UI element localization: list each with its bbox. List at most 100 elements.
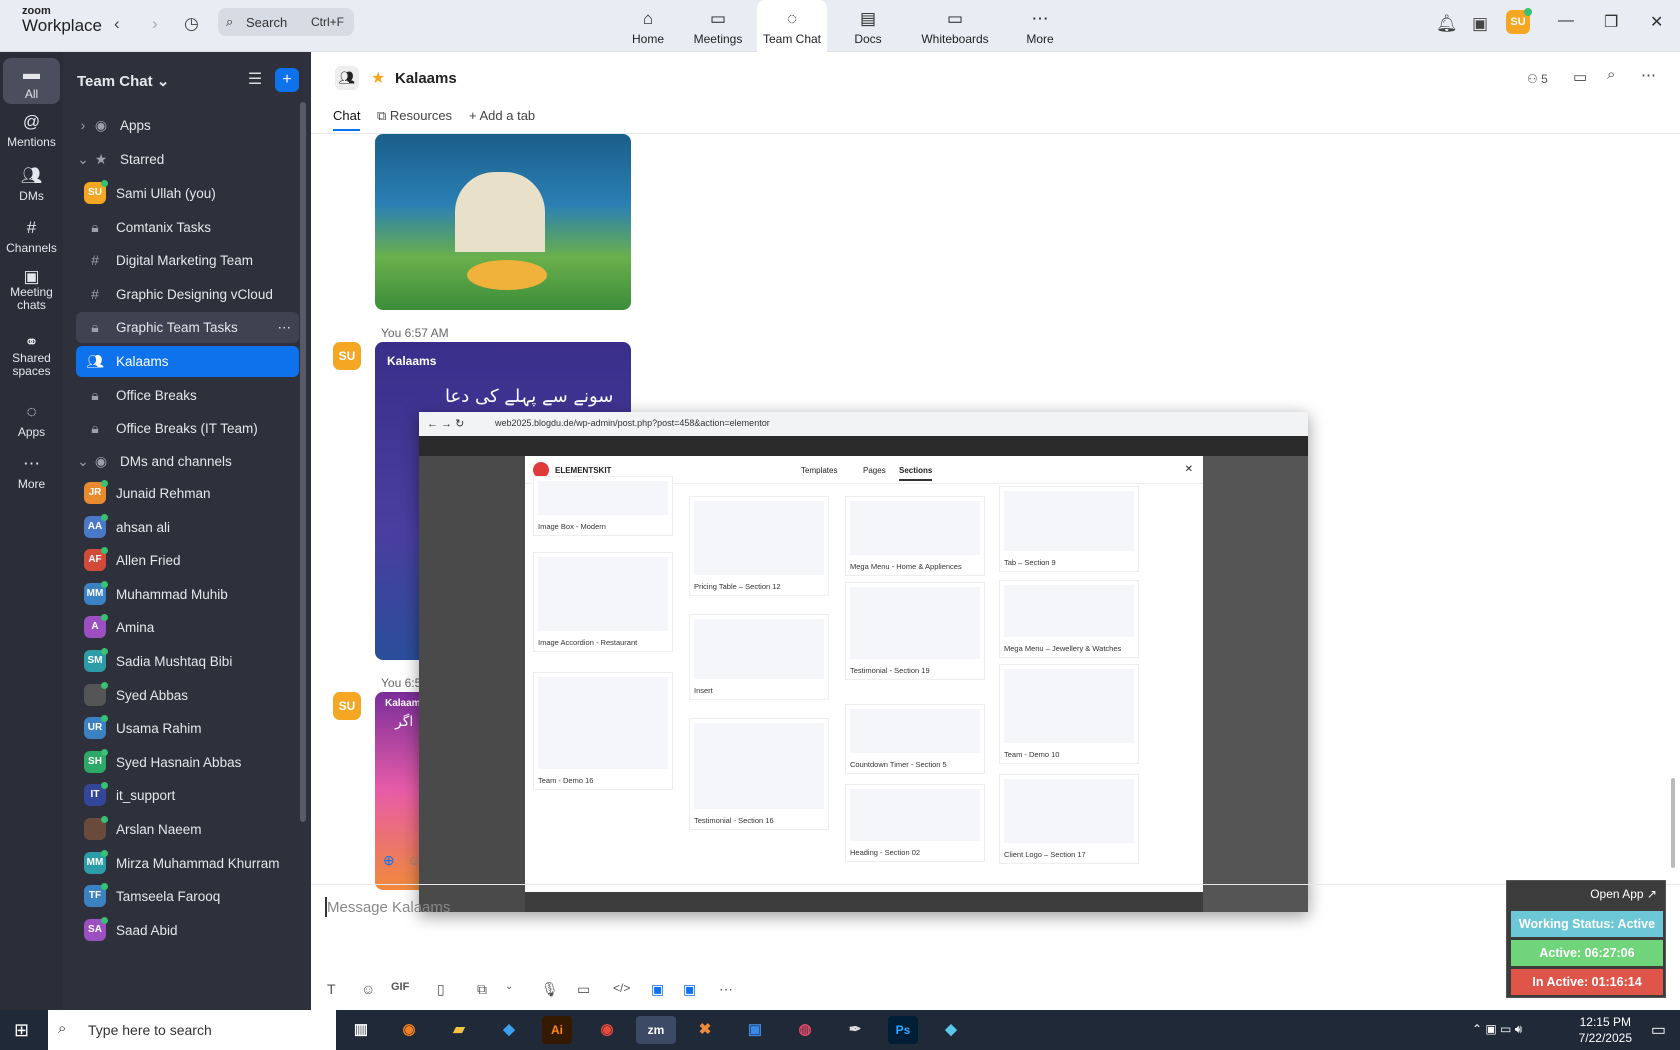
sidebar-item-starred[interactable]: SU Sami Ullah (you)	[76, 178, 299, 209]
reply-icon[interactable]: ⊕	[383, 852, 395, 869]
shared-screenshot[interactable]: ← → ↻ web2025.blogdu.de/wp-admin/post.ph…	[419, 412, 1308, 912]
gif-button[interactable]: GIF	[391, 981, 409, 993]
emoji-icon[interactable]: ☺	[361, 981, 375, 997]
message-image-mosque[interactable]	[375, 134, 631, 310]
sidebar-item-dm[interactable]: TF Tamseela Farooq	[76, 881, 299, 912]
chrome-icon[interactable]: ◉	[592, 1016, 622, 1044]
sidebar-item-dm[interactable]: MM Mirza Muhammad Khurram	[76, 848, 299, 879]
notification-icon[interactable]: ▭	[1651, 1020, 1666, 1040]
calendar-icon[interactable]: ▣	[1472, 14, 1488, 34]
photoshop-icon[interactable]: Ps	[888, 1016, 918, 1044]
tray-icons[interactable]: ⌃ ▣ ▭ 🔊︎	[1472, 1022, 1522, 1037]
search-icon[interactable]: ⌕	[1607, 66, 1615, 83]
firefox-icon[interactable]: ◉	[394, 1016, 424, 1044]
back-arrow-icon[interactable]: ‹	[114, 14, 120, 34]
sidebar-item-dm[interactable]: A Amina	[76, 612, 299, 643]
app-diamond-icon[interactable]: ◆	[936, 1016, 966, 1044]
taskbar-clock[interactable]: 12:15 PM 7/22/2025	[1579, 1014, 1632, 1046]
xampp-icon[interactable]: ✖	[690, 1016, 720, 1044]
code-icon[interactable]: </>	[613, 981, 630, 995]
sidebar-item-starred[interactable]: 🔒︎ Office Breaks (IT Team)	[76, 413, 299, 444]
message-avatar[interactable]: SU	[333, 692, 361, 720]
history-icon[interactable]: ◷	[184, 14, 199, 34]
close-icon[interactable]: ✕	[1650, 12, 1663, 32]
sidebar-item-dm[interactable]: MM Muhammad Muhib	[76, 579, 299, 610]
star-icon[interactable]: ★	[371, 68, 385, 88]
add-tab-button[interactable]: + Add a tab	[469, 108, 535, 123]
screenshot-icon[interactable]: ⧉	[477, 981, 487, 998]
outlook-icon[interactable]: ▣	[740, 1016, 770, 1044]
sidebar-item-dm[interactable]: SM Sadia Mushtaq Bibi	[76, 646, 299, 677]
sidebar-item-starred[interactable]: 🔒︎ Comtanix Tasks	[76, 212, 299, 243]
sidebar-item-starred[interactable]: 🔒︎ Office Breaks	[76, 380, 299, 411]
file-icon[interactable]: ▯	[437, 981, 445, 998]
filter-icon[interactable]: ☰	[243, 68, 267, 92]
forward-arrow-icon[interactable]: ›	[152, 14, 158, 34]
rail-meeting-chats[interactable]: ▣ Meeting chats	[3, 268, 60, 326]
bell-icon[interactable]: 🔔︎	[1436, 14, 1458, 34]
video-call-icon[interactable]: ▭	[1573, 68, 1587, 86]
sidebar-apps[interactable]: › ◉ Apps	[76, 110, 299, 141]
task-view-icon[interactable]: ▥	[346, 1016, 376, 1044]
sidebar-item-dm[interactable]: AF Allen Fried	[76, 545, 299, 576]
message-input[interactable]: Message Kalaams	[327, 899, 450, 916]
tab-meetings[interactable]: ▭ Meetings	[690, 0, 746, 52]
search-box[interactable]: ⌕ Search Ctrl+F	[218, 8, 354, 36]
sidebar-starred-section[interactable]: ⌄ ★ Starred	[76, 144, 299, 175]
sidebar-item-dm[interactable]: Syed Abbas	[76, 680, 299, 711]
rail-apps[interactable]: ◌ Apps	[3, 402, 60, 448]
sidebar-item-starred[interactable]: 👥︎ Kalaams	[76, 346, 299, 377]
app-icon-2[interactable]: ▣	[683, 981, 696, 998]
tab-resources[interactable]: ⧉ Resources	[377, 108, 452, 124]
rail-all[interactable]: ▬ All	[3, 58, 60, 104]
sidebar-dms-section[interactable]: ⌄ ◉ DMs and channels	[76, 446, 299, 477]
sidebar-item-starred[interactable]: 🔒︎ Graphic Team Tasks ⋯	[76, 312, 299, 344]
tab-team-chat[interactable]: ◌ Team Chat	[757, 0, 827, 52]
sidebar-item-starred[interactable]: # Graphic Designing vCloud	[76, 279, 299, 310]
more-icon[interactable]: ⋯	[719, 981, 733, 998]
text-format-icon[interactable]: T	[327, 981, 336, 997]
message-avatar[interactable]: SU	[333, 342, 361, 370]
sidebar-item-dm[interactable]: AA ahsan ali	[76, 512, 299, 543]
tab-chat[interactable]: Chat	[333, 108, 361, 131]
rail-channels[interactable]: # Channels	[3, 218, 60, 264]
rail-mentions[interactable]: @ Mentions	[3, 112, 60, 158]
members-count[interactable]: ⚇ 5	[1527, 72, 1548, 86]
tab-more[interactable]: ⋯ More	[1012, 0, 1068, 52]
pen-tool-icon[interactable]: ✒	[840, 1016, 870, 1044]
rail-more[interactable]: ⋯ More	[3, 454, 60, 500]
maximize-icon[interactable]: ❐	[1604, 12, 1618, 32]
sidebar-item-dm[interactable]: SA Saad Abid	[76, 915, 299, 946]
rail-dms[interactable]: 👥︎ DMs	[3, 166, 60, 212]
rail-shared-spaces[interactable]: ⚭ Shared spaces	[3, 334, 60, 392]
sidebar-item-dm[interactable]: SH Syed Hasnain Abbas	[76, 747, 299, 778]
minimize-icon[interactable]: —	[1558, 12, 1574, 30]
sidebar-scrollbar[interactable]	[300, 102, 306, 822]
creative-cloud-icon[interactable]: ◍	[790, 1016, 820, 1044]
illustrator-icon[interactable]: Ai	[542, 1016, 572, 1044]
sidebar-item-dm[interactable]: JR Junaid Rehman	[76, 478, 299, 509]
sidebar-item-dm[interactable]: UR Usama Rahim	[76, 713, 299, 744]
more-icon[interactable]: ⋯	[278, 312, 292, 343]
taskbar-search[interactable]: ⌕ Type here to search	[48, 1010, 336, 1050]
tab-docs[interactable]: ▤ Docs	[840, 0, 896, 52]
open-app-button[interactable]: Open App ↗	[1590, 887, 1657, 901]
file-explorer-icon[interactable]: ▰	[444, 1016, 474, 1044]
new-chat-button[interactable]: +	[275, 68, 299, 92]
sidebar-item-starred[interactable]: # Digital Marketing Team	[76, 245, 299, 276]
chat-scrollbar[interactable]	[1671, 778, 1675, 868]
video-clip-icon[interactable]: ▭	[577, 981, 590, 998]
sidebar-item-dm[interactable]: IT it_support	[76, 780, 299, 811]
app-icon-1[interactable]: ▣	[651, 981, 664, 998]
tab-home[interactable]: ⌂ Home	[620, 0, 676, 52]
more-options-icon[interactable]: ⋯	[1641, 66, 1656, 84]
microphone-icon[interactable]: 🎙︎	[541, 981, 559, 998]
sidebar-item-dm[interactable]: Arslan Naeem	[76, 814, 299, 845]
chevron-down-icon[interactable]: ⌄	[505, 981, 513, 992]
sidebar-title[interactable]: Team Chat ⌄	[77, 72, 169, 90]
vscode-icon[interactable]: ◆	[494, 1016, 524, 1044]
zoom-taskbar-icon[interactable]: zm	[636, 1016, 676, 1044]
channel-people-icon[interactable]: 👥︎	[335, 66, 359, 90]
tab-whiteboards[interactable]: ▭ Whiteboards	[914, 0, 996, 52]
windows-start-icon[interactable]: ⊞	[14, 1020, 29, 1041]
